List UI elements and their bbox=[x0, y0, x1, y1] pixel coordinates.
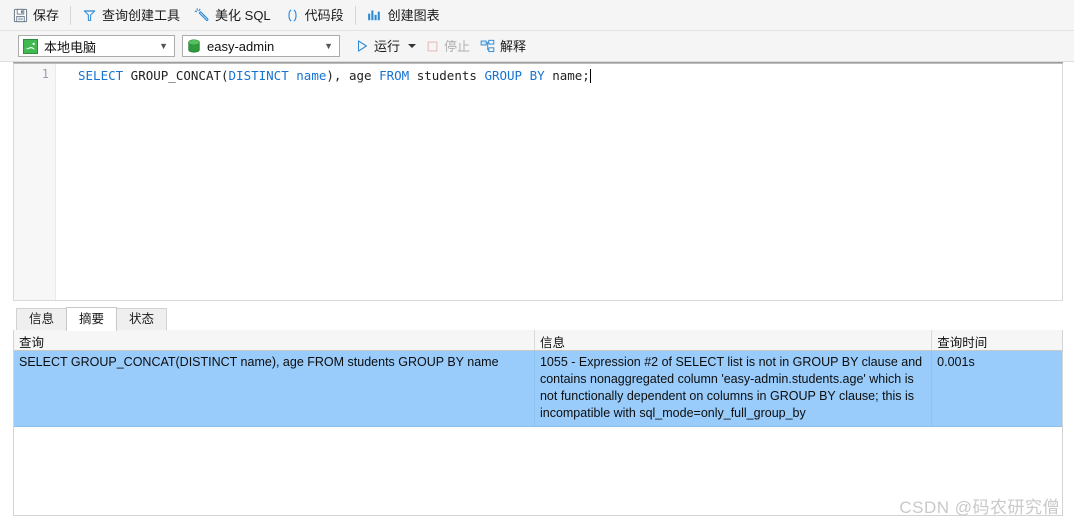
column-header-message[interactable]: 信息 bbox=[535, 330, 933, 350]
sql-token-groupconcat: GROUP_CONCAT( bbox=[123, 68, 229, 83]
query-builder-button[interactable]: 查询创建工具 bbox=[75, 3, 187, 28]
explain-icon bbox=[480, 39, 495, 54]
result-tabstrip: 信息 摘要 状态 bbox=[13, 307, 1063, 331]
sql-token-age: ), age bbox=[326, 68, 380, 83]
explain-button[interactable]: 解释 bbox=[475, 34, 531, 58]
connection-value: 本地电脑 bbox=[44, 39, 97, 55]
save-icon bbox=[13, 8, 28, 23]
result-tabs: 信息 摘要 状态 bbox=[13, 306, 1063, 331]
query-builder-icon bbox=[82, 8, 97, 23]
run-button[interactable]: 运行 bbox=[350, 34, 421, 58]
sql-editor-window: 保存 查询创建工具 美化 SQL 代码段 创建图表 本地电脑 ▼ easy-ad… bbox=[0, 0, 1074, 526]
beautify-sql-icon bbox=[194, 7, 210, 23]
main-toolbar: 保存 查询创建工具 美化 SQL 代码段 创建图表 bbox=[0, 0, 1074, 31]
editor-code-area[interactable]: SELECT GROUP_CONCAT(DISTINCT name), age … bbox=[56, 64, 1062, 300]
code-snippet-icon bbox=[285, 8, 300, 23]
sql-editor[interactable]: 1 SELECT GROUP_CONCAT(DISTINCT name), ag… bbox=[13, 63, 1063, 301]
watermark: CSDN @码农研究僧 bbox=[899, 498, 1060, 517]
editor-gutter: 1 bbox=[14, 64, 56, 300]
run-dropdown-caret-icon[interactable] bbox=[408, 44, 417, 48]
execution-controls: 运行 停止 解释 bbox=[350, 34, 531, 58]
stop-icon bbox=[426, 40, 439, 53]
sql-token-space2 bbox=[522, 68, 530, 83]
stop-button: 停止 bbox=[421, 34, 475, 58]
cell-query: SELECT GROUP_CONCAT(DISTINCT name), age … bbox=[14, 351, 535, 426]
stop-button-label: 停止 bbox=[444, 38, 471, 54]
result-grid-header: 查询 信息 查询时间 bbox=[14, 330, 1062, 351]
create-chart-button[interactable]: 创建图表 bbox=[360, 3, 447, 28]
result-grid: 查询 信息 查询时间 SELECT GROUP_CONCAT(DISTINCT … bbox=[13, 330, 1063, 516]
cell-time: 0.001s bbox=[937, 355, 975, 369]
sql-token-by: BY bbox=[529, 68, 545, 83]
database-value: easy-admin bbox=[207, 38, 275, 54]
tab-status[interactable]: 状态 bbox=[116, 308, 168, 330]
tab-info[interactable]: 信息 bbox=[16, 308, 68, 330]
sql-token-group: GROUP bbox=[484, 68, 523, 83]
line-number: 1 bbox=[41, 67, 49, 81]
create-chart-icon bbox=[367, 8, 383, 23]
beautify-sql-button[interactable]: 美化 SQL bbox=[187, 3, 278, 28]
save-button-label: 保存 bbox=[33, 7, 60, 23]
cell-message: 1055 - Expression #2 of SELECT list is n… bbox=[535, 351, 933, 426]
query-builder-label: 查询创建工具 bbox=[102, 7, 181, 23]
run-button-label: 运行 bbox=[374, 38, 401, 54]
sql-token-distinct: DISTINCT bbox=[228, 68, 289, 83]
connection-toolbar: 本地电脑 ▼ easy-admin ▼ 运行 停止 解释 bbox=[0, 31, 1074, 62]
column-header-time[interactable]: 查询时间 bbox=[932, 330, 1062, 350]
sql-token-select: SELECT bbox=[78, 68, 124, 83]
sql-token-from: FROM bbox=[379, 68, 410, 83]
sql-token-students: students bbox=[409, 68, 485, 83]
text-cursor bbox=[589, 69, 591, 83]
toolbar-separator-2 bbox=[354, 5, 356, 25]
sql-token-name1: name bbox=[296, 68, 327, 83]
sql-token-name2: name; bbox=[544, 68, 590, 83]
database-select[interactable]: easy-admin ▼ bbox=[182, 35, 340, 57]
sql-code-line: SELECT GROUP_CONCAT(DISTINCT name), age … bbox=[78, 67, 1062, 84]
save-button[interactable]: 保存 bbox=[6, 3, 66, 28]
code-snippet-button[interactable]: 代码段 bbox=[278, 3, 351, 28]
play-icon bbox=[355, 39, 369, 53]
toolbar-separator-1 bbox=[70, 5, 72, 25]
chevron-down-icon-db: ▼ bbox=[324, 41, 333, 51]
table-row[interactable]: SELECT GROUP_CONCAT(DISTINCT name), age … bbox=[14, 351, 1062, 427]
beautify-sql-label: 美化 SQL bbox=[215, 7, 271, 23]
create-chart-label: 创建图表 bbox=[387, 7, 440, 23]
code-snippet-label: 代码段 bbox=[304, 7, 344, 23]
database-icon bbox=[187, 39, 201, 54]
column-header-query[interactable]: 查询 bbox=[14, 330, 535, 350]
connection-select[interactable]: 本地电脑 ▼ bbox=[18, 35, 175, 57]
tab-summary[interactable]: 摘要 bbox=[66, 307, 118, 331]
explain-button-label: 解释 bbox=[500, 38, 527, 54]
chevron-down-icon: ▼ bbox=[159, 41, 168, 51]
mysql-connection-icon bbox=[23, 38, 38, 54]
